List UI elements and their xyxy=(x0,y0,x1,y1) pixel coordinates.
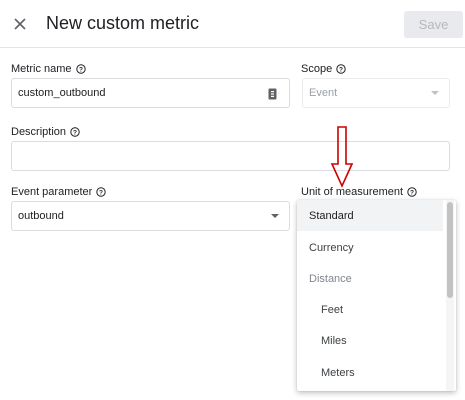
unit-of-measurement-dropdown[interactable]: Standard Currency Distance Feet Miles Me… xyxy=(297,200,456,391)
metric-name-value: custom_outbound xyxy=(18,87,106,99)
chevron-down-icon xyxy=(271,214,279,218)
option-group-distance: Distance xyxy=(309,272,352,285)
description-field[interactable] xyxy=(11,141,450,171)
close-button[interactable] xyxy=(8,12,32,36)
option-standard[interactable]: Standard xyxy=(297,200,443,231)
red-down-arrow xyxy=(330,126,354,188)
option-currency[interactable]: Currency xyxy=(297,232,443,263)
option-feet[interactable]: Feet xyxy=(297,294,443,325)
metric-name-label: Metric name xyxy=(11,63,72,75)
unit-of-measurement-label-row: Unit of measurement ? xyxy=(301,186,417,198)
page-title: New custom metric xyxy=(46,13,200,33)
event-parameter-label-row: Event parameter ? xyxy=(11,186,107,198)
event-parameter-select[interactable]: outbound xyxy=(11,201,290,231)
svg-text:?: ? xyxy=(79,66,83,73)
description-label: Description xyxy=(11,126,67,138)
metric-name-field[interactable]: custom_outbound xyxy=(11,78,290,108)
svg-text:?: ? xyxy=(339,66,343,73)
scope-label-row: Scope ? xyxy=(301,63,346,75)
dialog-header: New custom metric Save xyxy=(0,0,465,48)
help-circle-icon[interactable]: ? xyxy=(70,127,80,137)
chevron-down-icon xyxy=(431,91,439,95)
contact-card-icon[interactable] xyxy=(268,88,277,100)
svg-text:?: ? xyxy=(99,189,103,196)
scope-value: Event xyxy=(309,87,338,99)
scope-label: Scope xyxy=(301,63,333,75)
description-label-row: Description ? xyxy=(11,126,80,138)
scrollbar-thumb[interactable] xyxy=(447,202,453,298)
close-icon xyxy=(14,18,26,30)
help-circle-icon[interactable]: ? xyxy=(75,64,86,74)
unit-of-measurement-label: Unit of measurement xyxy=(301,186,404,198)
help-circle-icon[interactable]: ? xyxy=(407,187,417,197)
option-meters[interactable]: Meters xyxy=(297,357,443,388)
help-circle-icon[interactable]: ? xyxy=(96,187,107,197)
scope-select: Event xyxy=(302,78,450,108)
dropdown-scrollbar[interactable] xyxy=(446,200,454,391)
svg-text:?: ? xyxy=(73,129,77,136)
event-parameter-value: outbound xyxy=(18,210,64,222)
svg-text:?: ? xyxy=(410,189,414,196)
option-miles[interactable]: Miles xyxy=(297,325,443,356)
help-circle-icon[interactable]: ? xyxy=(336,64,346,74)
metric-name-label-row: Metric name ? xyxy=(11,63,86,75)
event-parameter-label: Event parameter xyxy=(11,186,93,198)
save-button[interactable]: Save xyxy=(404,11,463,38)
